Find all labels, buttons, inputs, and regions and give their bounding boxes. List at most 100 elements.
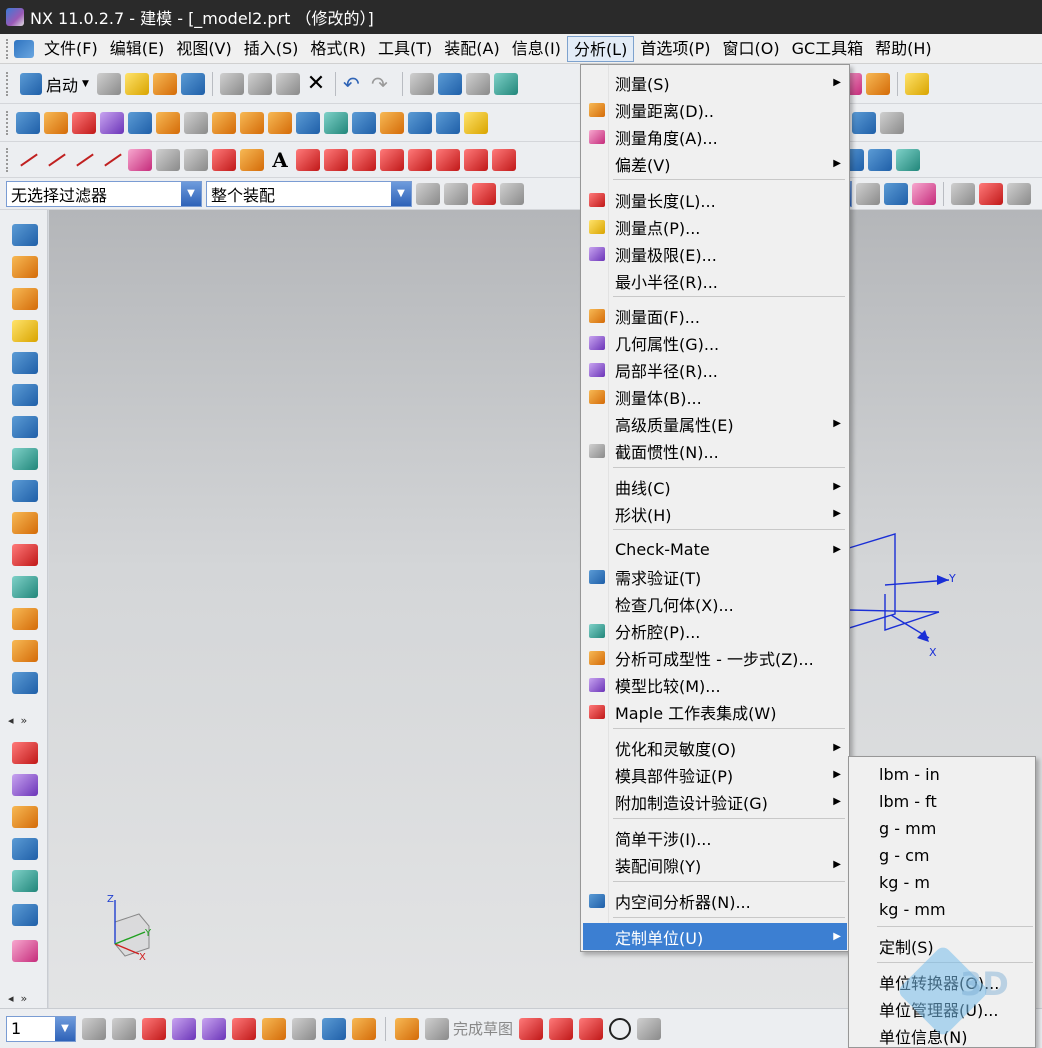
xyz-point-icon[interactable] xyxy=(212,148,236,171)
face-blend-icon[interactable] xyxy=(12,576,38,598)
fill-surface-icon[interactable] xyxy=(12,448,38,470)
blend-icon[interactable] xyxy=(436,111,460,134)
select-face-icon[interactable] xyxy=(884,182,908,205)
units-kg-m[interactable]: kg - m xyxy=(879,869,930,896)
text-icon[interactable]: A xyxy=(268,148,292,172)
draft-icon[interactable] xyxy=(408,111,432,134)
menu-item-local-radius[interactable]: 局部半径(R)... xyxy=(583,356,847,383)
sketch-icon[interactable] xyxy=(395,1017,419,1040)
toolbar2-icon-right-6[interactable] xyxy=(880,111,904,134)
menu-edit[interactable]: 编辑(E) xyxy=(104,36,171,62)
layer-settings-icon[interactable] xyxy=(82,1017,106,1040)
edit-object-icon[interactable] xyxy=(437,72,462,95)
menu-file[interactable]: 文件(F) xyxy=(38,36,104,62)
new-file-icon[interactable] xyxy=(96,72,121,95)
menu-item-simple-interference[interactable]: 简单干涉(I)... xyxy=(583,824,847,851)
menu-help[interactable]: 帮助(H) xyxy=(869,36,938,62)
spline-icon[interactable] xyxy=(240,148,264,171)
contour-icon[interactable] xyxy=(12,806,38,828)
menu-assemblies[interactable]: 装配(A) xyxy=(438,36,505,62)
units-g-mm[interactable]: g - mm xyxy=(879,815,936,842)
menu-item-section-inertia[interactable]: 截面惯性(N)... xyxy=(583,437,847,464)
units-lbm-in[interactable]: lbm - in xyxy=(879,761,940,788)
menu-item-interior-space-analyzer[interactable]: 内空间分析器(N)... xyxy=(583,887,847,914)
undo-icon[interactable]: ↶ xyxy=(343,72,367,96)
sketch-fillet-icon[interactable] xyxy=(637,1017,662,1040)
offset-face-icon[interactable] xyxy=(12,608,38,630)
menu-item-deviation[interactable]: 偏差(V) ▶ xyxy=(583,150,847,177)
four-point-surface-icon[interactable] xyxy=(12,416,38,438)
cylinder-icon[interactable] xyxy=(16,111,40,134)
extrude-icon[interactable] xyxy=(44,111,68,134)
sketch-line-icon[interactable] xyxy=(549,1017,574,1040)
offset-curve-icon[interactable] xyxy=(296,148,320,171)
unite-icon[interactable] xyxy=(296,111,320,134)
menu-item-measure-length[interactable]: 测量长度(L)... xyxy=(583,186,847,213)
chevron-down-icon[interactable]: ▼ xyxy=(55,1016,75,1041)
redo-icon[interactable]: ↷ xyxy=(371,72,395,96)
menu-item-optimization[interactable]: 优化和灵敏度(O) ▶ xyxy=(583,734,847,761)
menu-item-measure-angle[interactable]: 测量角度(A)... xyxy=(583,123,847,150)
type-filter-dropdown[interactable]: 无选择过滤器 ▼ xyxy=(6,180,202,207)
angle-dim-icon[interactable] xyxy=(292,1017,316,1040)
cut-icon[interactable] xyxy=(219,72,244,95)
filter-settings-icon[interactable] xyxy=(416,182,440,205)
shell-icon[interactable] xyxy=(380,111,404,134)
move-component-icon[interactable] xyxy=(202,1017,226,1040)
helix-icon[interactable] xyxy=(156,148,180,171)
menu-item-minimum-radius[interactable]: 最小半径(R)... xyxy=(583,267,847,294)
menu-item-measure-limits[interactable]: 测量极限(E)... xyxy=(583,240,847,267)
menu-gc-toolkit[interactable]: GC工具箱 xyxy=(786,36,870,62)
open-file-icon[interactable] xyxy=(124,72,149,95)
sew-icon[interactable] xyxy=(12,672,38,694)
menu-analysis[interactable]: 分析(L) xyxy=(566,35,635,62)
open-recent-icon[interactable] xyxy=(152,72,177,95)
menu-item-requirements-validation[interactable]: 需求验证(T) xyxy=(583,563,847,590)
menu-insert[interactable]: 插入(S) xyxy=(238,36,305,62)
corner-icon[interactable] xyxy=(12,940,38,962)
info-icon[interactable] xyxy=(322,1017,346,1040)
menu-item-analyze-cavity[interactable]: 分析腔(P)... xyxy=(583,617,847,644)
selection-intent-icon[interactable] xyxy=(472,182,496,205)
snap-point-icon[interactable] xyxy=(444,182,468,205)
sketch-arc-icon[interactable] xyxy=(579,1017,604,1040)
snap-midpoint-icon[interactable] xyxy=(1007,182,1031,205)
snap-endpoint-icon[interactable] xyxy=(979,182,1003,205)
chevron-down-icon[interactable]: ▼ xyxy=(391,181,411,206)
pad-icon[interactable] xyxy=(240,111,264,134)
select-edge-icon[interactable] xyxy=(912,182,936,205)
snap-center-icon[interactable] xyxy=(500,182,524,205)
revolve-icon[interactable] xyxy=(72,111,96,134)
menu-item-measure-body[interactable]: 测量体(B)... xyxy=(583,383,847,410)
datum-icon[interactable] xyxy=(324,111,348,134)
paste-icon[interactable] xyxy=(275,72,300,95)
menu-information[interactable]: 信息(I) xyxy=(506,36,567,62)
menu-item-advanced-mass-properties[interactable]: 高级质量属性(E) ▶ xyxy=(583,410,847,437)
menu-item-assembly-clearance[interactable]: 装配间隙(Y) ▶ xyxy=(583,851,847,878)
menu-item-additive-validation[interactable]: 附加制造设计验证(G) ▶ xyxy=(583,788,847,815)
flange-icon[interactable] xyxy=(12,774,38,796)
line-icon[interactable] xyxy=(16,149,40,171)
book-icon[interactable] xyxy=(352,111,376,134)
hole-icon[interactable] xyxy=(156,111,180,134)
menu-window[interactable]: 窗口(O) xyxy=(716,36,785,62)
unbend-icon[interactable] xyxy=(12,870,38,892)
units-kg-mm[interactable]: kg - mm xyxy=(879,896,946,923)
sketch-circle-icon[interactable] xyxy=(609,1017,632,1040)
rectangle-tool-icon[interactable] xyxy=(12,224,38,246)
sheet-metal-icon[interactable] xyxy=(12,742,38,764)
units-g-cm[interactable]: g - cm xyxy=(879,842,929,869)
menu-item-custom-units[interactable]: 定制单位(U) ▶ xyxy=(583,923,847,950)
section-curve-icon[interactable] xyxy=(436,148,460,171)
menu-item-formability[interactable]: 分析可成型性 - 一步式(Z)... xyxy=(583,644,847,671)
snap-grid-icon[interactable] xyxy=(951,182,975,205)
trim-sheet-icon[interactable] xyxy=(12,640,38,662)
law-curve-icon[interactable] xyxy=(184,148,208,171)
trim-curve-icon[interactable] xyxy=(408,148,432,171)
menu-item-geometric-properties[interactable]: 几何属性(G)... xyxy=(583,329,847,356)
transform-icon[interactable] xyxy=(465,72,490,95)
menu-item-check-mate[interactable]: Check-Mate ▶ xyxy=(583,536,847,563)
menu-item-measure[interactable]: 测量(S) ▶ xyxy=(583,69,847,96)
view-cube-4-icon[interactable] xyxy=(868,148,892,171)
circle-icon[interactable] xyxy=(128,148,152,171)
